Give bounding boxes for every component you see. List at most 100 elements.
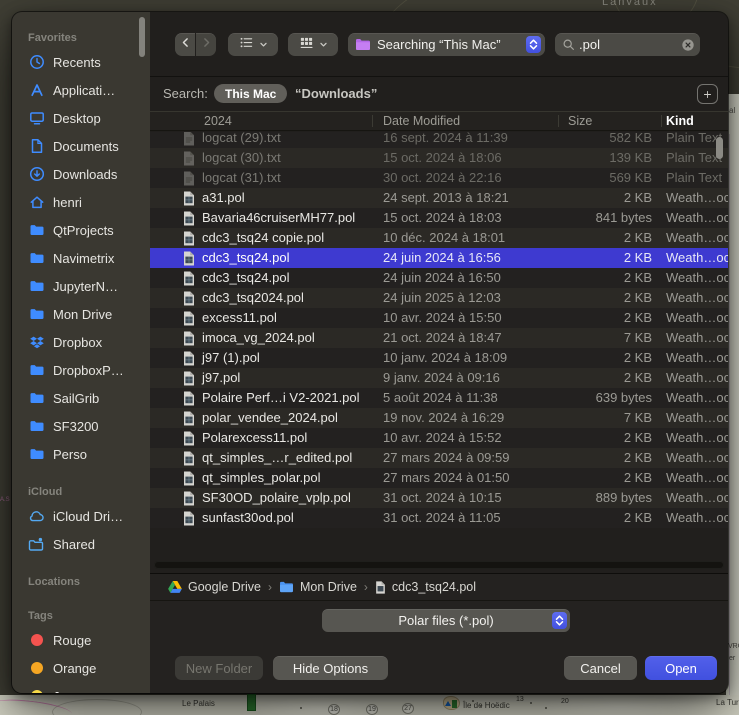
sidebar-item-label: iCloud Dri… bbox=[53, 509, 123, 524]
txt-file-icon bbox=[183, 151, 195, 166]
file-row[interactable]: j97 (1).pol10 janv. 2024 à 18:092 KBWeat… bbox=[150, 348, 728, 368]
txt-file-icon bbox=[183, 171, 195, 186]
sidebar-item-jaune[interactable]: Jaune bbox=[28, 682, 150, 693]
open-button[interactable]: Open bbox=[645, 656, 717, 680]
back-button[interactable] bbox=[175, 33, 195, 56]
file-row[interactable]: a31.pol24 sept. 2013 à 18:212 KBWeath…oc… bbox=[150, 188, 728, 208]
file-row[interactable]: j97.pol9 janv. 2024 à 09:162 KBWeath…ocu bbox=[150, 368, 728, 388]
list-view-menu-button[interactable] bbox=[228, 33, 278, 56]
file-date-modified: 21 oct. 2024 à 18:47 bbox=[383, 328, 502, 348]
pol-file-icon bbox=[183, 491, 195, 506]
file-date-modified: 10 déc. 2024 à 18:01 bbox=[383, 228, 505, 248]
file-row[interactable]: logcat (29).txt16 sept. 2024 à 11:39582 … bbox=[150, 132, 728, 148]
scope-this-mac-button[interactable]: This Mac bbox=[214, 84, 287, 103]
column-header-name[interactable]: 2024 bbox=[204, 114, 232, 128]
new-folder-button[interactable]: New Folder bbox=[175, 656, 263, 680]
sidebar-item-navimetrix[interactable]: Navimetrix bbox=[28, 244, 150, 272]
tag-icon bbox=[28, 688, 45, 694]
sidebar-item-label: Jaune bbox=[53, 689, 88, 694]
sidebar-item-downloads[interactable]: Downloads bbox=[28, 160, 150, 188]
column-header-kind[interactable]: Kind bbox=[666, 114, 694, 128]
file-name: excess11.pol bbox=[202, 308, 277, 328]
map-contour bbox=[52, 699, 142, 715]
file-kind: Weath…ocu bbox=[666, 248, 728, 268]
file-row[interactable]: cdc3_tsq24 copie.pol10 déc. 2024 à 18:01… bbox=[150, 228, 728, 248]
file-row[interactable]: cdc3_tsq24.pol24 juin 2024 à 16:562 KBWe… bbox=[150, 248, 728, 268]
file-format-dropdown[interactable]: Polar files (*.pol) bbox=[322, 609, 570, 632]
file-name: j97.pol bbox=[202, 368, 240, 388]
breadcrumb-item[interactable]: Mon Drive bbox=[279, 580, 357, 594]
file-size: 2 KB bbox=[624, 188, 652, 208]
sidebar-item-documents[interactable]: Documents bbox=[28, 132, 150, 160]
file-row[interactable]: sunfast30od.pol31 oct. 2024 à 11:052 KBW… bbox=[150, 508, 728, 528]
file-row[interactable]: Polarexcess11.pol10 avr. 2024 à 15:522 K… bbox=[150, 428, 728, 448]
sidebar-item-dropbox[interactable]: Dropbox bbox=[28, 328, 150, 356]
column-header-size[interactable]: Size bbox=[568, 114, 592, 128]
sidebar-item-applicati[interactable]: Applicati… bbox=[28, 76, 150, 104]
path-bar: Google Drive›Mon Drive›cdc3_tsq24.pol bbox=[150, 574, 728, 601]
sidebar-item-henri[interactable]: henri bbox=[28, 188, 150, 216]
file-row[interactable]: imoca_vg_2024.pol21 oct. 2024 à 18:477 K… bbox=[150, 328, 728, 348]
horizontal-scrollbar[interactable] bbox=[154, 561, 724, 569]
vertical-scrollbar-thumb[interactable] bbox=[716, 137, 723, 159]
search-input[interactable] bbox=[579, 37, 677, 52]
file-row[interactable]: cdc3_tsq2024.pol24 juin 2025 à 12:032 KB… bbox=[150, 288, 728, 308]
file-size: 841 bytes bbox=[596, 208, 652, 228]
sidebar-item-sailgrib[interactable]: SailGrib bbox=[28, 384, 150, 412]
clock-icon bbox=[28, 54, 45, 71]
file-row[interactable]: Polaire Perf…i V2-2021.pol5 août 2024 à … bbox=[150, 388, 728, 408]
sidebar-item-qtprojects[interactable]: QtProjects bbox=[28, 216, 150, 244]
pol-file-icon bbox=[183, 311, 195, 326]
file-row[interactable]: qt_simples_polar.pol27 mars 2024 à 01:50… bbox=[150, 468, 728, 488]
chevron-down-icon bbox=[319, 36, 328, 54]
map-bottom-strip: Le Palais 18 19 27 Île de Hoëdic 13 20 L… bbox=[0, 695, 739, 715]
sidebar-item-rouge[interactable]: Rouge bbox=[28, 626, 150, 654]
breadcrumb-separator: › bbox=[267, 580, 273, 594]
sidebar-item-desktop[interactable]: Desktop bbox=[28, 104, 150, 132]
file-row[interactable]: Bavaria46cruiserMH77.pol15 oct. 2024 à 1… bbox=[150, 208, 728, 228]
group-view-menu-button[interactable] bbox=[288, 33, 338, 56]
file-list: logcat (29).txt16 sept. 2024 à 11:39582 … bbox=[150, 132, 728, 573]
map-line bbox=[729, 134, 730, 695]
file-row[interactable]: logcat (30).txt15 oct. 2024 à 18:06139 K… bbox=[150, 148, 728, 168]
stepper-icon bbox=[526, 36, 541, 53]
stepper-icon bbox=[552, 612, 567, 629]
clear-search-icon[interactable] bbox=[681, 38, 695, 52]
sidebar-item-mon-drive[interactable]: Mon Drive bbox=[28, 300, 150, 328]
sidebar-item-sf3200[interactable]: SF3200 bbox=[28, 412, 150, 440]
file-row[interactable]: polar_vendee_2024.pol19 nov. 2024 à 16:2… bbox=[150, 408, 728, 428]
location-dropdown[interactable]: Searching “This Mac” bbox=[348, 33, 545, 56]
sidebar-scrollbar-thumb[interactable] bbox=[139, 17, 145, 57]
file-row[interactable]: qt_simples_…r_edited.pol27 mars 2024 à 0… bbox=[150, 448, 728, 468]
sidebar-item-dropboxp[interactable]: DropboxP… bbox=[28, 356, 150, 384]
file-row[interactable]: excess11.pol10 avr. 2024 à 15:502 KBWeat… bbox=[150, 308, 728, 328]
file-row[interactable]: SF30OD_polaire_vplp.pol31 oct. 2024 à 10… bbox=[150, 488, 728, 508]
map-label: er bbox=[729, 655, 735, 662]
sidebar-item-orange[interactable]: Orange bbox=[28, 654, 150, 682]
sidebar-item-icloud-dri[interactable]: iCloud Dri… bbox=[28, 502, 150, 530]
sidebar-item-recents[interactable]: Recents bbox=[28, 48, 150, 76]
pol-file-icon bbox=[183, 391, 195, 406]
sidebar-item-perso[interactable]: Perso bbox=[28, 440, 150, 468]
file-date-modified: 10 avr. 2024 à 15:52 bbox=[383, 428, 502, 448]
breadcrumb-item[interactable]: cdc3_tsq24.pol bbox=[375, 580, 476, 594]
file-kind: Weath…ocu bbox=[666, 508, 728, 528]
file-size: 569 KB bbox=[609, 168, 652, 188]
add-criteria-button[interactable] bbox=[697, 84, 718, 104]
file-row[interactable]: logcat (31).txt30 oct. 2024 à 22:16569 K… bbox=[150, 168, 728, 188]
sidebar-item-jupytern[interactable]: JupyterN… bbox=[28, 272, 150, 300]
column-header-date-modified[interactable]: Date Modified bbox=[383, 114, 460, 128]
sidebar-item-shared[interactable]: Shared bbox=[28, 530, 150, 558]
file-format-value: Polar files (*.pol) bbox=[398, 613, 493, 628]
search-field[interactable] bbox=[555, 33, 700, 56]
breadcrumb-item[interactable]: Google Drive bbox=[168, 580, 261, 594]
file-row[interactable]: cdc3_tsq24.pol24 juin 2024 à 16:502 KBWe… bbox=[150, 268, 728, 288]
appstore-icon bbox=[28, 82, 45, 99]
cancel-button[interactable]: Cancel bbox=[564, 656, 637, 680]
forward-button[interactable] bbox=[196, 33, 216, 56]
download-icon bbox=[28, 166, 45, 183]
hide-options-button[interactable]: Hide Options bbox=[273, 656, 388, 680]
file-name: polar_vendee_2024.pol bbox=[202, 408, 338, 428]
folder-icon bbox=[28, 362, 45, 379]
map-depth: 13 bbox=[516, 696, 524, 703]
